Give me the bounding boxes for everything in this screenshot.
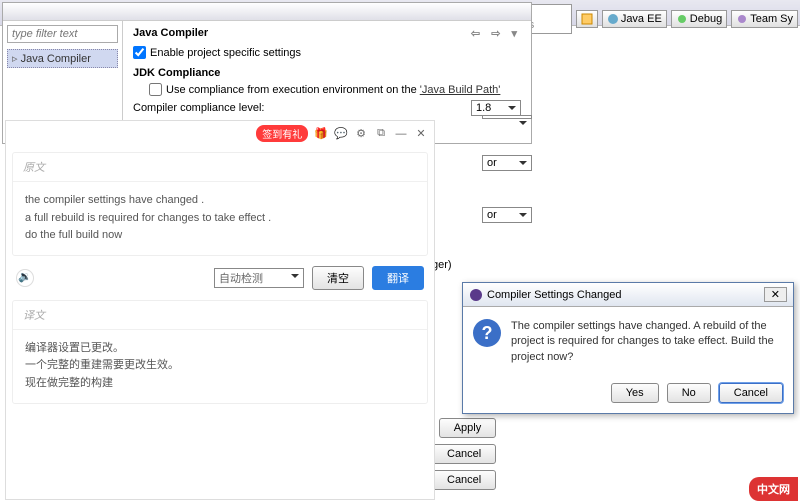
use-execution-env-checkbox[interactable]: Use compliance from execution environmen… — [149, 83, 521, 96]
nav-java-compiler[interactable]: Java Compiler — [7, 49, 118, 68]
speaker-icon[interactable]: 🔉 — [16, 269, 34, 287]
open-perspective-button[interactable] — [576, 10, 598, 28]
partial-select[interactable]: or — [482, 207, 532, 223]
enable-project-specific-checkbox[interactable]: Enable project specific settings — [133, 46, 521, 59]
target-label: 译文 — [13, 301, 427, 330]
compiler-settings-dialog: Compiler Settings Changed ✕ ? The compil… — [462, 282, 794, 414]
cancel-button[interactable]: Cancel — [432, 444, 496, 464]
dialog-title: Compiler Settings Changed — [487, 289, 622, 301]
close-icon[interactable]: ✕ — [414, 127, 428, 140]
gift-icon[interactable]: 🎁 — [314, 127, 328, 140]
compliance-level-select[interactable]: 1.8 — [471, 100, 521, 116]
clear-button[interactable]: 清空 — [312, 266, 364, 290]
yes-button[interactable]: Yes — [611, 383, 659, 403]
apply-button[interactable]: Apply — [439, 418, 497, 438]
source-label: 原文 — [13, 153, 427, 182]
properties-titlebar — [3, 3, 531, 21]
perspective-java-ee[interactable]: Java EE — [602, 10, 667, 28]
no-button[interactable]: No — [667, 383, 711, 403]
site-logo: 中文网 — [749, 477, 798, 501]
dialog-message: The compiler settings have changed. A re… — [511, 319, 783, 365]
dialog-close-icon[interactable]: ✕ — [764, 287, 787, 302]
page-title: Java Compiler — [133, 27, 208, 40]
filter-input[interactable] — [7, 25, 118, 43]
cancel-button[interactable]: Cancel — [432, 470, 496, 490]
question-icon: ? — [473, 319, 501, 347]
dialog-cancel-button[interactable]: Cancel — [719, 383, 783, 403]
minimize-icon[interactable]: — — [394, 128, 408, 140]
partial-text: ger) — [432, 259, 532, 271]
compliance-level-label: Compiler compliance level: — [133, 102, 264, 114]
chat-icon[interactable]: 💬 — [334, 127, 348, 140]
pin-icon[interactable]: ⧉ — [374, 127, 388, 140]
java-build-path-link[interactable]: 'Java Build Path' — [420, 84, 501, 96]
partial-select[interactable] — [482, 115, 532, 119]
source-text[interactable]: the compiler settings have changed . a f… — [13, 182, 427, 255]
eclipse-icon — [469, 288, 483, 302]
translate-button[interactable]: 翻译 — [372, 266, 424, 290]
target-text: 编译器设置已更改。 一个完整的重建需要更改生效。 现在做完整的构建 — [13, 330, 427, 403]
gear-icon[interactable]: ⚙ — [354, 127, 368, 140]
perspective-team[interactable]: Team Sy — [731, 10, 798, 28]
translator-window: 签到有礼 🎁 💬 ⚙ ⧉ — ✕ 原文 the compiler setting… — [5, 120, 435, 500]
partial-select[interactable]: or — [482, 155, 532, 171]
page-title-icons[interactable]: ⇦ ⇨ ▾ — [471, 27, 521, 40]
language-select[interactable]: 自动检测 — [214, 268, 304, 288]
signin-badge[interactable]: 签到有礼 — [256, 125, 308, 142]
perspective-debug[interactable]: Debug — [671, 10, 727, 28]
jdk-compliance-group: JDK Compliance — [133, 67, 521, 79]
